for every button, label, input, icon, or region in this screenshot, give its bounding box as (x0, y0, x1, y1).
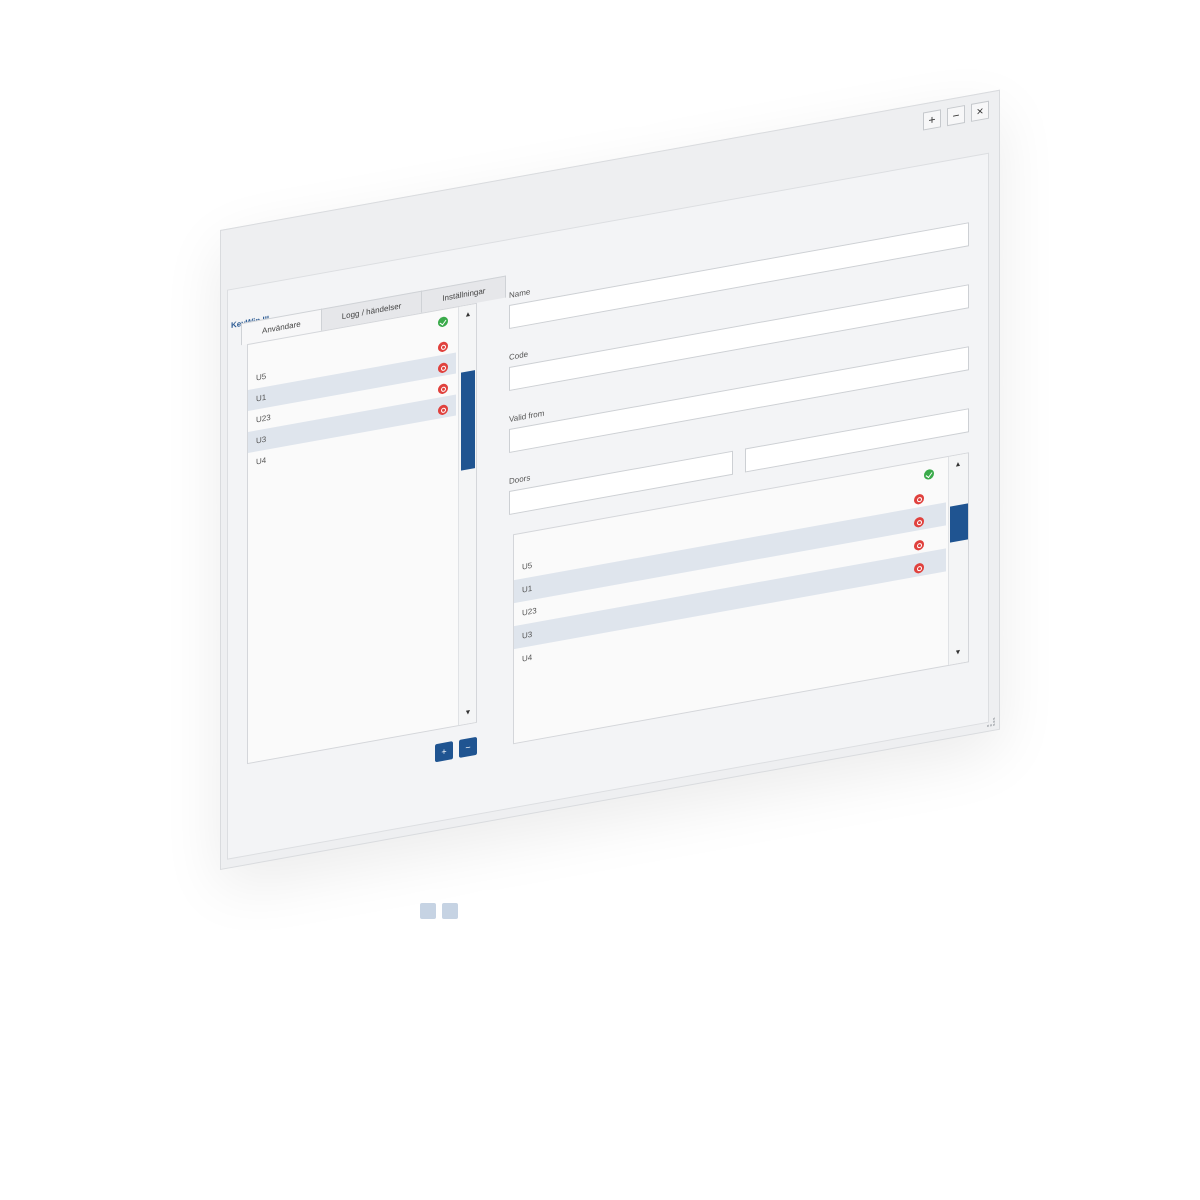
error-icon (438, 382, 448, 395)
error-icon (914, 539, 924, 552)
reflection-square (420, 903, 436, 919)
user-list-rows: U5 U1 U23 U3 U4 (248, 332, 456, 474)
list-item-label: U5 (256, 371, 267, 383)
scroll-down-icon[interactable]: ▼ (949, 644, 967, 663)
user-list: U5 U1 U23 U3 U4 ▲ ▼ (247, 302, 477, 765)
list-item-label: U1 (256, 392, 267, 404)
door-list-scrollbar[interactable]: ▲ ▼ (948, 453, 968, 666)
minimize-button[interactable]: − (947, 104, 965, 127)
list-item-label: U4 (256, 455, 267, 467)
reflection-square (442, 903, 458, 919)
list-item-label: U1 (522, 583, 533, 595)
remove-user-button[interactable]: − (459, 736, 477, 758)
error-icon (438, 403, 448, 416)
check-icon (438, 315, 448, 328)
scroll-thumb[interactable] (461, 370, 475, 471)
resize-grip-icon[interactable] (987, 717, 995, 727)
list-item-label: U23 (522, 606, 537, 618)
list-item-label: U3 (522, 629, 533, 641)
check-icon (924, 468, 934, 481)
list-header-status (438, 313, 448, 333)
list-item-label: U4 (522, 652, 533, 664)
error-icon (438, 340, 448, 353)
list-item-label: U5 (522, 560, 533, 572)
error-icon (914, 493, 924, 506)
list-item-label: U3 (256, 434, 267, 446)
error-icon (914, 516, 924, 529)
window-reflection (420, 903, 458, 919)
stage: + − × KeyWin III Användare Logg / händel… (0, 0, 1200, 1200)
window-controls: + − × (923, 100, 989, 131)
user-list-scrollbar[interactable]: ▲ ▼ (458, 303, 477, 726)
list-item-label: U23 (256, 412, 271, 425)
error-icon (914, 562, 924, 575)
error-icon (438, 361, 448, 374)
scroll-up-icon[interactable]: ▲ (459, 306, 477, 325)
close-button[interactable]: × (971, 100, 989, 122)
scroll-thumb[interactable] (950, 503, 968, 543)
add-window-button[interactable]: + (923, 109, 941, 131)
scroll-down-icon[interactable]: ▼ (459, 704, 477, 723)
scroll-up-icon[interactable]: ▲ (949, 456, 967, 475)
app-window: + − × KeyWin III Användare Logg / händel… (220, 89, 1000, 871)
add-user-button[interactable]: + (435, 741, 453, 763)
